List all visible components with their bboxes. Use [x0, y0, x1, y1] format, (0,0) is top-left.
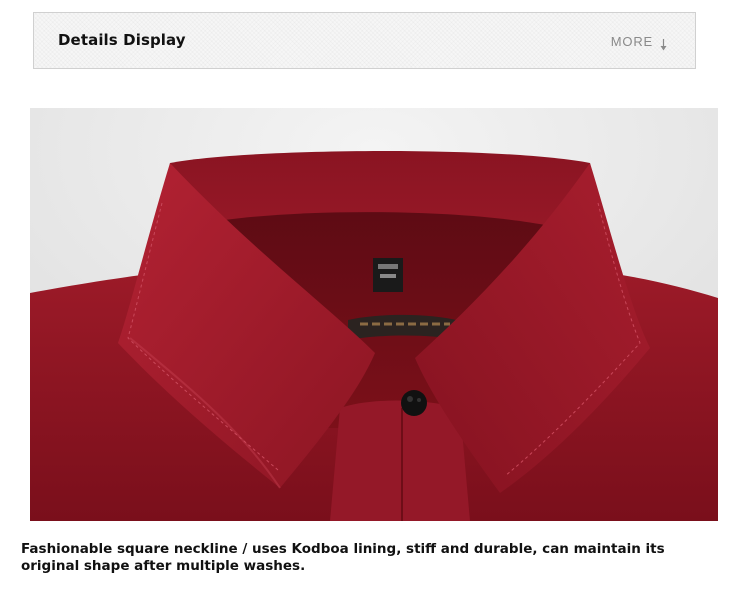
more-button[interactable]: MORE: [610, 34, 667, 50]
shirt-collar-photo: [30, 108, 718, 521]
section-title: Details Display: [58, 31, 186, 49]
arrow-down-icon: [660, 36, 667, 50]
section-header: Details Display MORE: [33, 12, 696, 69]
detail-caption: Fashionable square neckline / uses Kodbo…: [21, 541, 665, 574]
more-label: MORE: [610, 34, 653, 49]
details-display-section: Details Display MORE Fashionable square …: [0, 0, 750, 593]
